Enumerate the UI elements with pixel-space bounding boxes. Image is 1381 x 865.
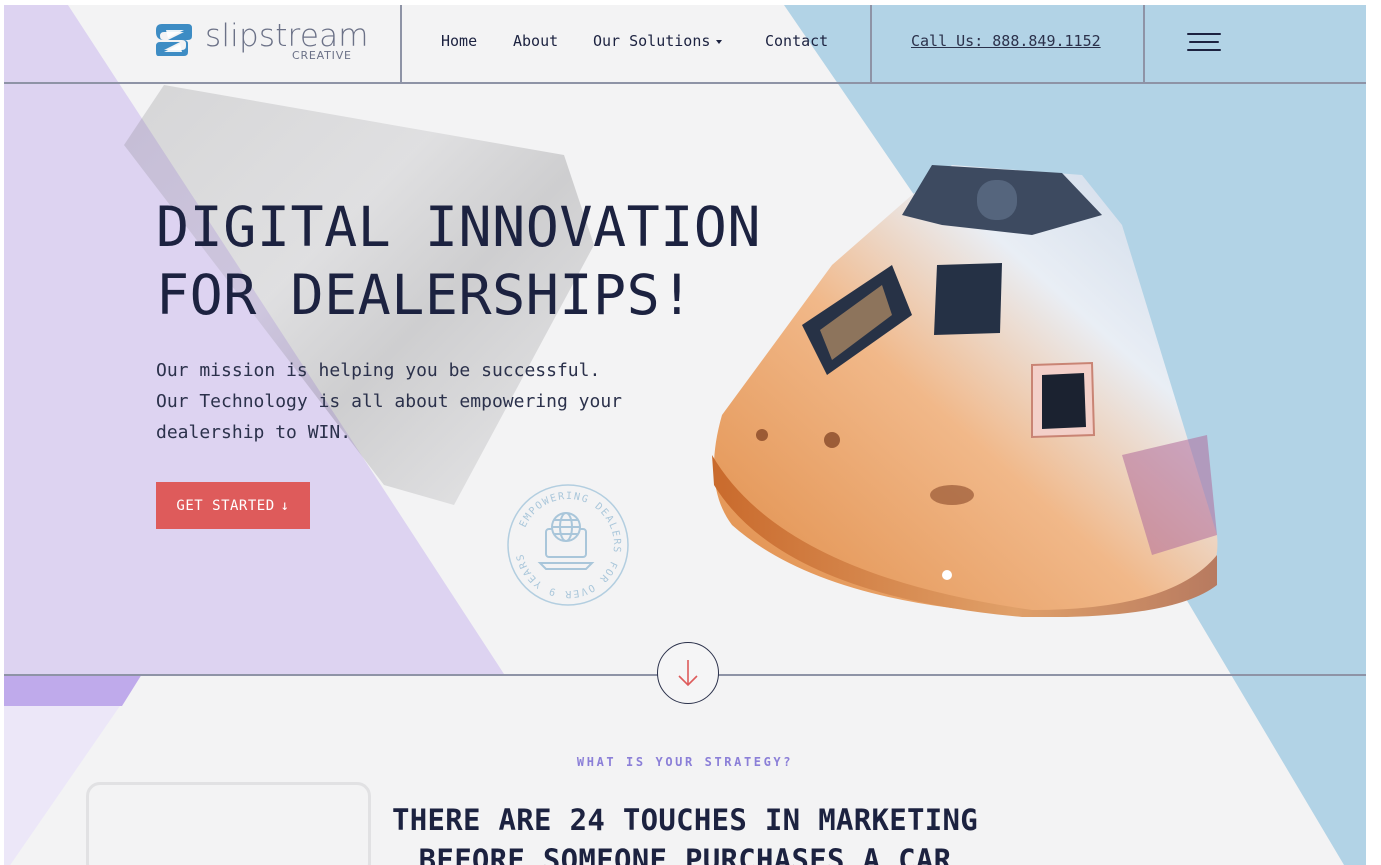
- logo[interactable]: slipstream CREATIVE: [154, 18, 374, 66]
- space-capsule-image: [712, 165, 1218, 617]
- hero-description-line: Our Technology is all about empowering y…: [156, 391, 622, 412]
- header-divider: [870, 5, 872, 84]
- header-divider: [400, 5, 402, 84]
- hero-description: Our mission is helping you be successful…: [156, 355, 622, 448]
- hero-title-line: DIGITAL INNOVATION: [156, 195, 762, 259]
- strategy-eyebrow: WHAT IS YOUR STRATEGY?: [576, 755, 794, 769]
- chevron-down-icon: [716, 39, 723, 44]
- nav-our-solutions[interactable]: Our Solutions: [593, 32, 723, 50]
- strategy-title-line: THERE ARE 24 TOUCHES IN MARKETING: [391, 803, 979, 837]
- scroll-down-button[interactable]: [657, 642, 719, 704]
- site-header: slipstream CREATIVE Home About Our Solut…: [4, 5, 1366, 84]
- nav-our-solutions-label: Our Solutions: [593, 32, 711, 50]
- hero-description-line: Our mission is helping you be successful…: [156, 360, 601, 381]
- svg-text:EMPOWERING DEALERS FOR OVER 9: EMPOWERING DEALERS FOR OVER 9 YEARS: [515, 491, 622, 599]
- logo-mark-icon: [156, 24, 192, 56]
- strategy-title: THERE ARE 24 TOUCHES IN MARKETING BEFORE…: [4, 800, 1366, 865]
- page: slipstream CREATIVE Home About Our Solut…: [4, 5, 1366, 865]
- get-started-label: GET STARTED: [176, 497, 275, 514]
- arrow-down-icon: ↓: [280, 497, 290, 514]
- globe-laptop-icon: [537, 512, 595, 570]
- logo-subtitle: CREATIVE: [292, 49, 352, 62]
- get-started-button[interactable]: GET STARTED ↓: [156, 482, 310, 529]
- strategy-title-line: BEFORE SOMEONE PURCHASES A CAR: [418, 843, 952, 865]
- hamburger-menu-icon[interactable]: [1187, 29, 1223, 55]
- nav-about[interactable]: About: [513, 32, 558, 50]
- badge-text: EMPOWERING DEALERS FOR OVER 9 YEARS: [515, 491, 621, 599]
- purple-accent-strip: [4, 674, 142, 706]
- hero-description-line: dealership to WIN.: [156, 422, 352, 443]
- header-divider: [1143, 5, 1145, 84]
- nav-contact[interactable]: Contact: [765, 32, 828, 50]
- phone-link[interactable]: Call Us: 888.849.1152: [911, 32, 1101, 50]
- empowering-dealers-badge: EMPOWERING DEALERS FOR OVER 9 YEARS: [507, 484, 629, 606]
- arrow-down-icon: [678, 660, 698, 687]
- hero-title: DIGITAL INNOVATION FOR DEALERSHIPS!: [156, 193, 761, 329]
- hero-title-line: FOR DEALERSHIPS!: [156, 263, 694, 327]
- nav-home[interactable]: Home: [441, 32, 477, 50]
